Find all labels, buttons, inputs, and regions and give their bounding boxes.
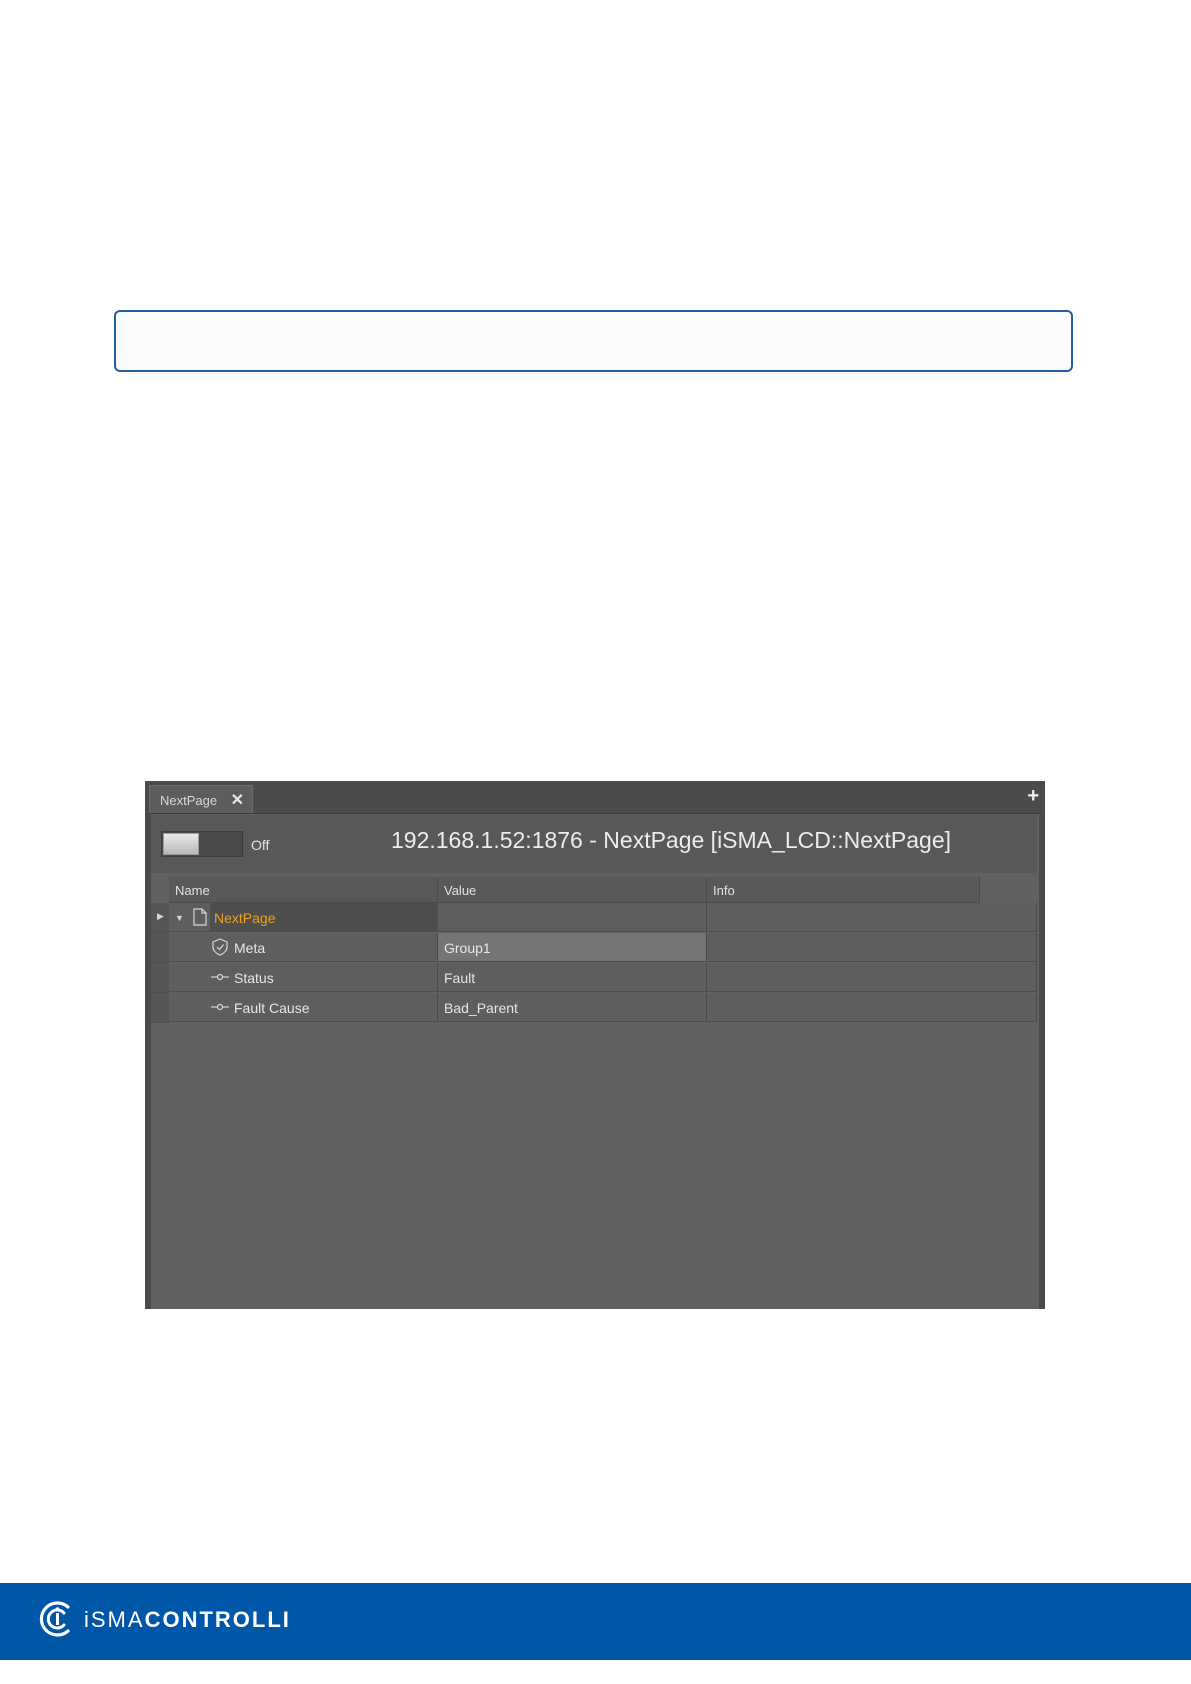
brand-prefix: iSMA [84, 1607, 145, 1632]
info-cell [707, 963, 1037, 992]
scrollbar[interactable] [1039, 813, 1045, 1309]
note-box [114, 310, 1073, 372]
value-cell[interactable]: Fault [438, 963, 707, 992]
caret-right-icon[interactable]: ▶ [157, 911, 164, 922]
row-name: NextPage [210, 903, 438, 931]
row-gutter: ▶ [151, 903, 169, 933]
toggle-state-label: Off [251, 837, 270, 853]
brand-logo-icon [39, 1601, 70, 1637]
chevron-down-icon[interactable]: ▼ [175, 913, 184, 923]
add-tab-icon[interactable]: + [1027, 785, 1039, 808]
name-cell[interactable]: Status [169, 963, 438, 992]
slot-icon [211, 1003, 229, 1011]
info-cell [707, 993, 1037, 1022]
name-cell[interactable]: Meta [169, 933, 438, 962]
tab-label: NextPage [160, 793, 218, 808]
footer-bar: iSMACONTROLLI [0, 1583, 1191, 1660]
column-header-name[interactable]: Name [169, 877, 438, 903]
info-cell [707, 933, 1037, 962]
table-row[interactable]: ▶ ▼ NextPage [151, 903, 1037, 933]
row-gutter [151, 993, 169, 1023]
table-row[interactable]: Fault Cause Bad_Parent [151, 993, 1037, 1023]
row-name: Meta [234, 940, 266, 956]
tab-bar: NextPage ✕ + [145, 781, 1045, 814]
name-cell[interactable]: Fault Cause [169, 993, 438, 1022]
workbench-window: NextPage ✕ + Off 192.168.1.52:1876 - Nex… [145, 781, 1045, 1309]
view-title: 192.168.1.52:1876 - NextPage [iSMA_LCD::… [391, 827, 952, 853]
shield-icon [212, 938, 228, 956]
column-header-value[interactable]: Value [438, 877, 707, 903]
table-row[interactable]: Meta Group1 [151, 933, 1037, 963]
table-row[interactable]: Status Fault [151, 963, 1037, 993]
name-cell[interactable]: ▼ NextPage [169, 903, 438, 932]
tab-nextpage[interactable]: NextPage ✕ [149, 785, 253, 813]
value-cell[interactable]: Group1 [438, 933, 707, 962]
brand-name: iSMACONTROLLI [84, 1607, 291, 1633]
document-icon [193, 908, 207, 926]
row-gutter [151, 933, 169, 963]
property-table: Name Value Info ▶ ▼ NextPage Meta Group1… [151, 877, 1037, 1309]
row-name: Status [234, 970, 274, 986]
view-header: Off 192.168.1.52:1876 - NextPage [iSMA_L… [151, 815, 1037, 873]
value-cell[interactable] [438, 903, 707, 932]
row-name: Fault Cause [234, 1000, 310, 1016]
toggle-knob[interactable] [163, 833, 199, 855]
row-gutter [151, 963, 169, 993]
close-icon[interactable]: ✕ [231, 790, 244, 810]
value-cell[interactable]: Bad_Parent [438, 993, 707, 1022]
column-header-info[interactable]: Info [707, 877, 980, 903]
brand-suffix: CONTROLLI [144, 1607, 291, 1632]
slot-icon [211, 973, 229, 981]
info-cell [707, 903, 1037, 932]
enable-toggle[interactable] [161, 831, 243, 857]
